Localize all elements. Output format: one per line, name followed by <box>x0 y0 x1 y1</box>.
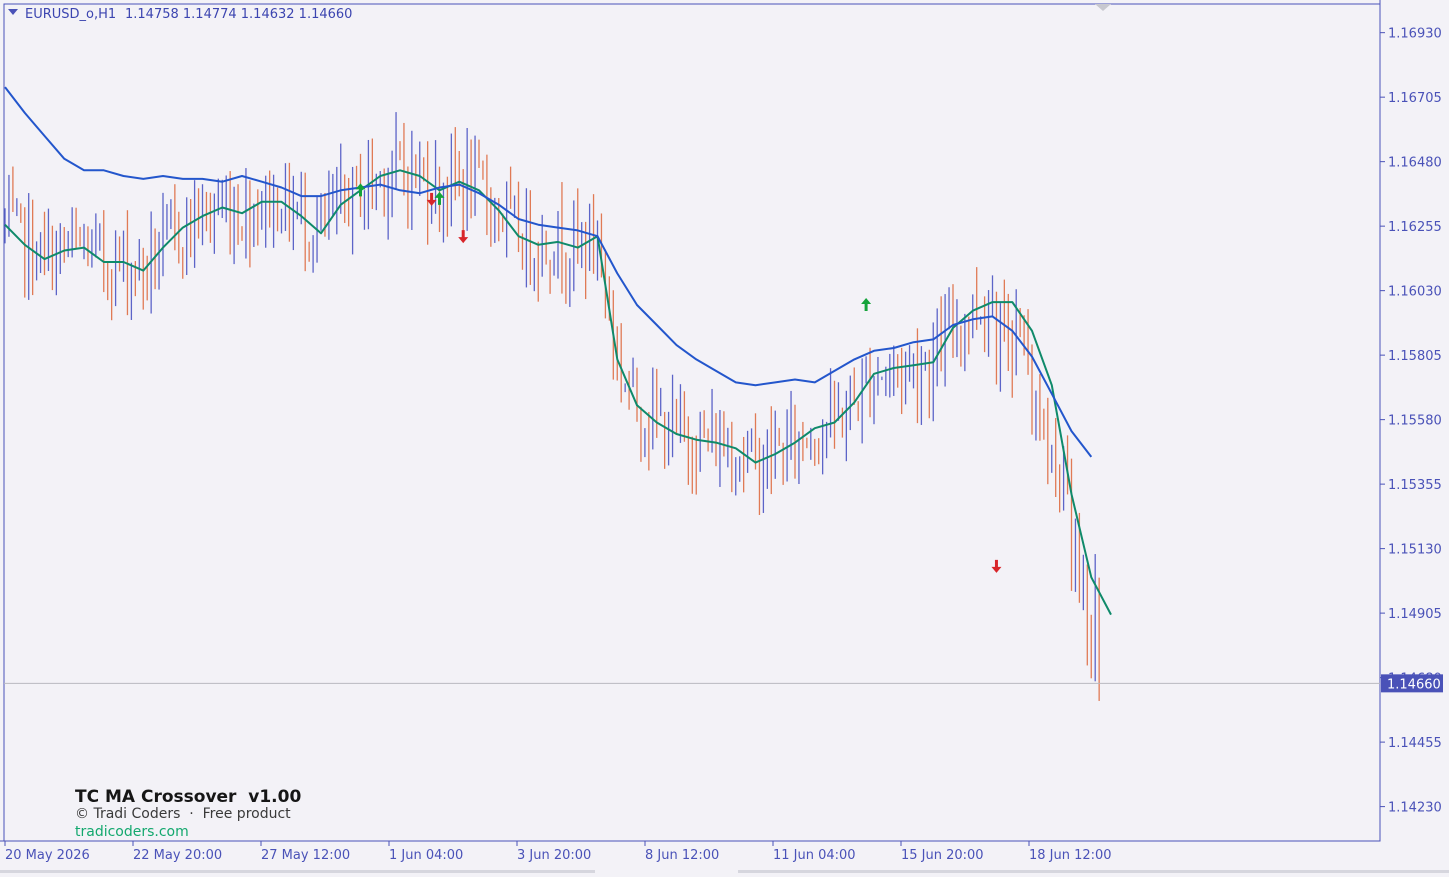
price-tick-label: 1.14905 <box>1388 607 1442 622</box>
price-tick-label: 1.16480 <box>1388 156 1442 171</box>
indicator-title: TC MA Crossover v1.00 <box>75 787 301 807</box>
time-tick-label: 27 May 12:00 <box>261 848 350 863</box>
price-tick-label: 1.16255 <box>1388 220 1442 235</box>
ohlc-values: 1.14758 1.14774 1.14632 1.14660 <box>125 7 352 22</box>
indicator-credit: © Tradi Coders · Free product <box>75 806 291 822</box>
price-tick-label: 1.15355 <box>1388 478 1442 493</box>
price-chart[interactable]: 1.16930 1.16705 1.16480 1.16255 1.16030 1.158… <box>0 0 1449 873</box>
time-tick-label: 15 Jun 20:00 <box>901 848 984 863</box>
time-tick-label: 1 Jun 04:00 <box>389 848 463 863</box>
current-price-label: 1.14660 <box>1387 677 1441 692</box>
price-tick-label: 1.14455 <box>1388 736 1442 751</box>
time-tick-label: 3 Jun 20:00 <box>517 848 591 863</box>
time-tick-label: 18 Jun 12:00 <box>1029 848 1112 863</box>
time-tick-label: 8 Jun 12:00 <box>645 848 719 863</box>
time-tick-label: 11 Jun 04:00 <box>773 848 856 863</box>
time-tick-label: 22 May 20:00 <box>133 848 222 863</box>
price-tick-label: 1.15580 <box>1388 414 1442 429</box>
price-tick-label: 1.15805 <box>1388 349 1442 364</box>
indicator-website-link[interactable]: tradicoders.com <box>75 824 189 840</box>
chart-svg: 1.16930 1.16705 1.16480 1.16255 1.16030 1.158… <box>0 0 1449 873</box>
time-tick-label: 20 May 2026 <box>5 848 90 863</box>
price-tick-label: 1.16930 <box>1388 27 1442 42</box>
price-tick-label: 1.16030 <box>1388 285 1442 300</box>
price-tick-label: 1.14230 <box>1388 801 1442 816</box>
price-tick-label: 1.15130 <box>1388 543 1442 558</box>
price-tick-label: 1.16705 <box>1388 91 1442 106</box>
symbol-label: EURUSD_o,H1 <box>25 7 116 22</box>
